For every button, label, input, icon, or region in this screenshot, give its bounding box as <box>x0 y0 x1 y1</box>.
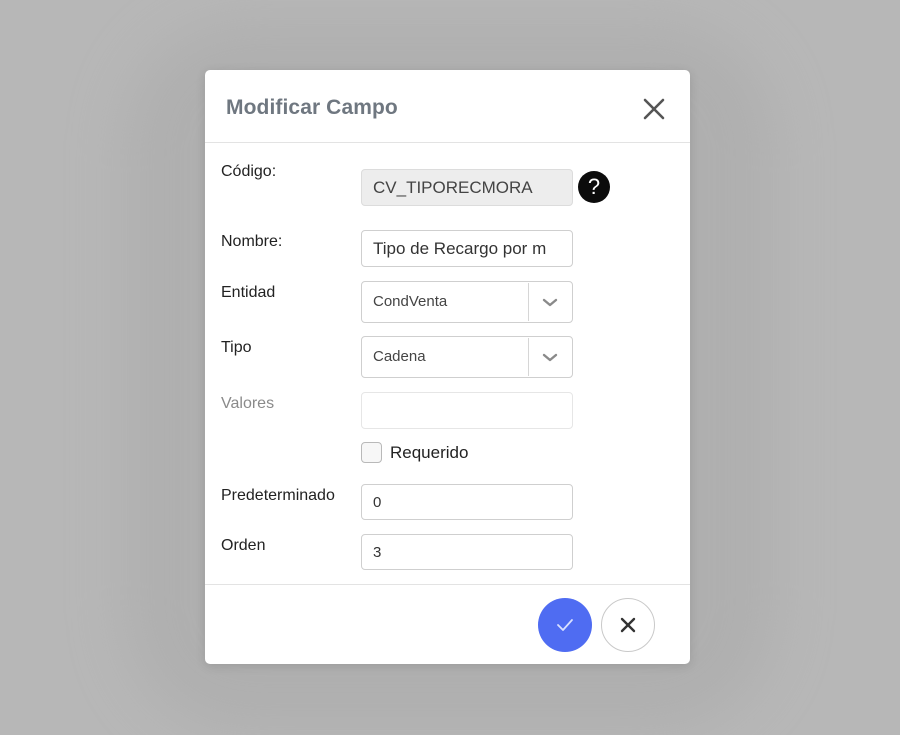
predeterminado-input[interactable]: 0 <box>361 484 573 520</box>
valores-label: Valores <box>221 395 275 412</box>
entidad-label: Entidad <box>221 284 276 301</box>
chevron-down-icon[interactable] <box>541 295 559 309</box>
codigo-label: Código: <box>221 163 277 180</box>
dialog-title: Modificar Campo <box>226 96 398 119</box>
requerido-checkbox-row[interactable]: Requerido <box>361 442 468 463</box>
close-icon[interactable] <box>639 94 669 124</box>
select-separator <box>528 283 529 321</box>
help-icon[interactable]: ? <box>578 171 610 203</box>
confirm-button[interactable] <box>538 598 592 652</box>
valores-input[interactable] <box>361 392 573 429</box>
predeterminado-label: Predeterminado <box>221 487 335 504</box>
select-separator <box>528 338 529 376</box>
orden-label: Orden <box>221 537 266 554</box>
close-icon <box>620 617 636 633</box>
orden-input[interactable]: 3 <box>361 534 573 570</box>
cancel-button[interactable] <box>601 598 655 652</box>
tipo-select[interactable]: Cadena <box>361 336 573 378</box>
check-icon <box>557 619 573 631</box>
tipo-label: Tipo <box>221 339 252 356</box>
nombre-label: Nombre: <box>221 233 283 250</box>
entidad-select[interactable]: CondVenta <box>361 281 573 323</box>
tipo-selected-value: Cadena <box>373 348 426 365</box>
entidad-selected-value: CondVenta <box>373 293 448 310</box>
modify-field-dialog: Modificar Campo Código: CV_TIPORECMORA ?… <box>205 70 690 664</box>
footer-divider <box>205 584 690 585</box>
nombre-input[interactable]: Tipo de Recargo por m <box>361 230 573 267</box>
dialog-header: Modificar Campo <box>205 70 690 143</box>
codigo-field: CV_TIPORECMORA <box>361 169 573 206</box>
requerido-checkbox[interactable] <box>361 442 382 463</box>
chevron-down-icon[interactable] <box>541 350 559 364</box>
requerido-label[interactable]: Requerido <box>390 443 468 463</box>
